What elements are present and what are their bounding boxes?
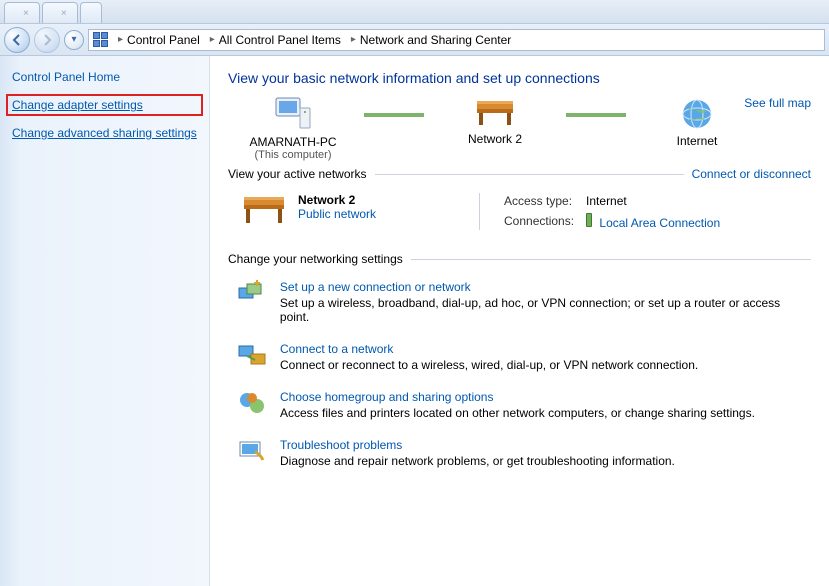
bench-icon (430, 99, 560, 132)
control-panel-home-link[interactable]: Control Panel Home (12, 70, 197, 84)
see-full-map-link[interactable]: See full map (744, 96, 811, 110)
breadcrumb-item[interactable]: Network and Sharing Center (360, 33, 511, 47)
breadcrumb[interactable]: ▸Control Panel ▸All Control Panel Items … (88, 29, 825, 51)
connections-label: Connections: (504, 214, 574, 228)
browser-tab[interactable]: × (4, 2, 40, 23)
access-type-value: Internet (586, 194, 720, 208)
change-advanced-sharing-link[interactable]: Change advanced sharing settings (12, 126, 197, 140)
setup-connection-icon (236, 280, 268, 324)
forward-button[interactable] (34, 27, 60, 53)
network-node-internet: Internet (632, 97, 762, 160)
close-icon[interactable]: × (23, 8, 29, 19)
globe-icon (632, 97, 762, 134)
browser-tabstrip: × × (0, 0, 829, 24)
explorer-navbar: ▾ ▸ Control Panel ▸ All Control Panel Item… (0, 24, 829, 56)
troubleshoot-icon (236, 438, 268, 468)
page-title: View your basic network information and … (228, 70, 811, 86)
section-title: View your active networks (228, 167, 367, 181)
history-dropdown-button[interactable]: ▾ (64, 30, 84, 50)
node-sublabel: (This computer) (228, 149, 358, 161)
task-desc: Connect or reconnect to a wireless, wire… (280, 358, 698, 372)
bench-icon (240, 193, 288, 230)
chevron-right-icon: ▸ (351, 34, 356, 45)
computer-icon (228, 96, 358, 135)
active-network-name: Network 2 (298, 193, 376, 207)
task-desc: Set up a wireless, broadband, dial-up, a… (280, 296, 811, 324)
highlight-box: Change adapter settings (6, 94, 203, 116)
node-label: AMARNATH-PC (228, 135, 358, 149)
homegroup-icon (236, 390, 268, 420)
section-title: Change your networking settings (228, 252, 403, 266)
nic-icon (586, 213, 592, 227)
control-panel-icon (93, 32, 108, 47)
breadcrumb-item[interactable]: All Control Panel Items (219, 33, 341, 47)
browser-tab[interactable] (80, 2, 102, 23)
close-icon[interactable]: × (61, 8, 67, 19)
task-list: Set up a new connection or network Set u… (228, 274, 811, 468)
back-button[interactable] (4, 27, 30, 53)
task-homegroup-sharing: Choose homegroup and sharing options Acc… (236, 390, 811, 420)
active-network-panel: Network 2 Public network Access type: In… (228, 189, 811, 246)
node-label: Network 2 (430, 132, 560, 146)
task-desc: Access files and printers located on oth… (280, 406, 755, 420)
task-desc: Diagnose and repair network problems, or… (280, 454, 675, 468)
network-link-line (566, 113, 626, 117)
browser-tab[interactable]: × (42, 2, 78, 23)
connect-network-icon (236, 342, 268, 372)
networking-settings-header: Change your networking settings (228, 252, 811, 266)
chevron-right-icon: ▸ (210, 34, 215, 45)
task-connect-network: Connect to a network Connect or reconnec… (236, 342, 811, 372)
task-title-link[interactable]: Connect to a network (280, 342, 698, 356)
connection-link[interactable]: Local Area Connection (599, 216, 720, 230)
network-node-computer: AMARNATH-PC (This computer) (228, 96, 358, 161)
access-type-label: Access type: (504, 194, 574, 208)
network-link-line (364, 113, 424, 117)
task-troubleshoot: Troubleshoot problems Diagnose and repai… (236, 438, 811, 468)
network-type-link[interactable]: Public network (298, 207, 376, 221)
task-title-link[interactable]: Troubleshoot problems (280, 438, 675, 452)
change-adapter-settings-link[interactable]: Change adapter settings (12, 98, 143, 112)
breadcrumb-item[interactable]: Control Panel (127, 33, 200, 47)
network-node-network: Network 2 (430, 99, 560, 158)
sidebar: Control Panel Home Change adapter settin… (0, 56, 210, 586)
main-content: View your basic network information and … (210, 56, 829, 586)
task-setup-connection: Set up a new connection or network Set u… (236, 280, 811, 324)
active-networks-header: View your active networks Connect or dis… (228, 167, 811, 181)
chevron-right-icon: ▸ (118, 34, 123, 45)
task-title-link[interactable]: Choose homegroup and sharing options (280, 390, 755, 404)
connect-disconnect-link[interactable]: Connect or disconnect (692, 167, 811, 181)
task-title-link[interactable]: Set up a new connection or network (280, 280, 811, 294)
node-label: Internet (632, 134, 762, 148)
network-map-row: AMARNATH-PC (This computer) Network 2 (228, 96, 811, 161)
